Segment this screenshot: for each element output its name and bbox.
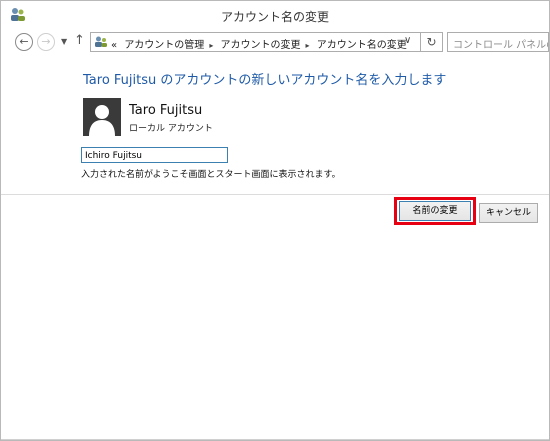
window-title: アカウント名の変更 [220, 10, 329, 24]
cancel-button[interactable]: キャンセル [479, 203, 538, 223]
refresh-icon: ↻ [426, 35, 437, 49]
address-dropdown-icon[interactable]: ∨ [404, 35, 411, 46]
change-name-button[interactable]: 名前の変更 [399, 201, 471, 221]
new-account-name-input[interactable] [81, 147, 228, 163]
divider [1, 194, 549, 195]
breadcrumb: « アカウントの管理 ▸ アカウントの変更 ▸ アカウント名の変更 [111, 36, 411, 51]
back-arrow-icon: ← [19, 35, 29, 48]
user-name: Taro Fujitsu [129, 103, 203, 118]
up-arrow-icon: ↑ [74, 33, 85, 48]
breadcrumb-separator-icon[interactable]: ▸ [306, 41, 310, 50]
search-placeholder: コントロール パネルの検索 [453, 40, 548, 51]
change-account-name-window: アカウント名の変更 ← → ▼ ↑ « アカウントの管理 ▸ アカウントの変更 ▸ [0, 0, 550, 441]
control-panel-icon [95, 36, 107, 47]
breadcrumb-overflow[interactable]: « [111, 40, 117, 51]
recent-locations-button[interactable]: ▼ [61, 37, 67, 46]
user-avatar-icon [83, 98, 121, 136]
breadcrumb-change-account[interactable]: アカウントの変更 [221, 40, 301, 51]
page-heading: Taro Fujitsu のアカウントの新しいアカウント名を入力します [83, 73, 447, 88]
back-button[interactable]: ← [15, 33, 33, 51]
chevron-down-icon: ▼ [61, 37, 68, 46]
up-button[interactable]: ↑ [74, 33, 85, 48]
account-type: ローカル アカウント [129, 124, 213, 134]
hint-text: 入力された名前がようこそ画面とスタート画面に表示されます。 [81, 170, 341, 180]
navigation-bar: ← → ▼ ↑ « アカウントの管理 ▸ アカウントの変更 ▸ アカウント名の変更 [1, 31, 549, 55]
breadcrumb-separator-icon[interactable]: ▸ [209, 41, 213, 50]
address-bar[interactable]: « アカウントの管理 ▸ アカウントの変更 ▸ アカウント名の変更 ∨ [90, 32, 421, 52]
title-bar: アカウント名の変更 [1, 1, 549, 31]
search-input[interactable]: コントロール パネルの検索 [447, 32, 549, 52]
forward-arrow-icon: → [41, 35, 51, 48]
bottom-border [1, 439, 549, 440]
breadcrumb-manage-accounts[interactable]: アカウントの管理 [124, 40, 204, 51]
refresh-button[interactable]: ↻ [421, 32, 443, 52]
forward-button[interactable]: → [37, 33, 55, 51]
breadcrumb-change-account-name[interactable]: アカウント名の変更 [317, 40, 407, 51]
